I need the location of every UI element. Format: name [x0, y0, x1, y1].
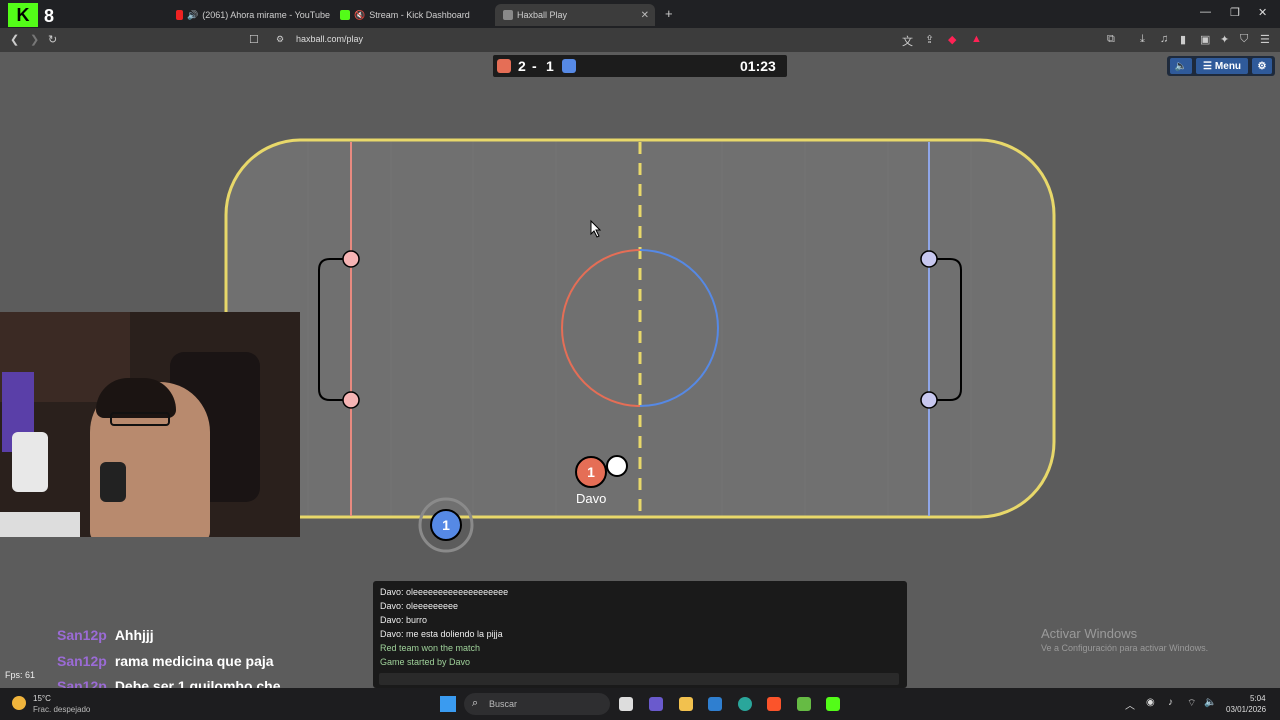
- red-score: 2: [518, 58, 526, 74]
- game-chat-box: Davo: oleeeeeeeeeeeeeeeeeee Davo: oleeee…: [373, 581, 907, 688]
- red-team-square: [497, 59, 511, 73]
- glasses: [110, 412, 170, 426]
- chat-input[interactable]: [379, 673, 899, 685]
- microphone: [100, 462, 126, 502]
- edge-icon[interactable]: [738, 697, 752, 711]
- menu-button[interactable]: ☰ Menu: [1196, 58, 1248, 74]
- search-icon: ⌕: [472, 697, 479, 709]
- activate-title: Activar Windows: [1041, 626, 1138, 641]
- kick-app-icon[interactable]: [826, 697, 840, 711]
- taskbar-search[interactable]: ⌕ Buscar: [464, 693, 610, 715]
- weather-temp: 15°C: [33, 694, 51, 703]
- stream-chat-message: San12p Ahhjjj: [57, 627, 154, 643]
- red-goal-post-bottom: [342, 391, 360, 409]
- clock-time[interactable]: 5:04: [1250, 694, 1266, 703]
- settings-button[interactable]: ⚙: [1252, 58, 1272, 74]
- task-view-icon[interactable]: [619, 697, 633, 711]
- brave-icon[interactable]: [767, 697, 781, 711]
- chat-system-line: Game started by Davo: [380, 657, 471, 667]
- file-explorer-icon[interactable]: [679, 697, 693, 711]
- webcam-feed: [0, 312, 300, 537]
- stream-chat-user: San12p: [57, 653, 107, 669]
- mic-icon[interactable]: ♪: [1168, 697, 1173, 708]
- stream-chat-text: Ahhjjj: [114, 627, 154, 643]
- scoreboard: 2 - 1 01:23: [493, 55, 787, 77]
- keyboard: [0, 512, 80, 537]
- teams-icon[interactable]: [649, 697, 663, 711]
- bottles: [12, 432, 48, 492]
- ball: [606, 455, 628, 477]
- store-icon[interactable]: [708, 697, 722, 711]
- fps-counter: Fps: 61: [5, 670, 36, 680]
- score-separator: -: [532, 58, 537, 74]
- volume-icon[interactable]: 🔈: [1204, 697, 1216, 708]
- stream-chat-message: San12p rama medicina que paja: [57, 653, 274, 669]
- red-player-number: 1: [587, 464, 595, 480]
- match-timer: 01:23: [740, 58, 776, 74]
- activate-windows-watermark: Activar Windows Ve a Configuración para …: [1041, 626, 1208, 653]
- weather-icon[interactable]: [12, 696, 26, 710]
- game-menu-bar: 🔈 ☰ Menu ⚙: [1167, 56, 1275, 76]
- wifi-icon[interactable]: ⌔: [1187, 697, 1196, 710]
- tray-app-icon[interactable]: ◉: [1146, 697, 1155, 708]
- weather-desc: Frac. despejado: [33, 705, 91, 714]
- search-placeholder: Buscar: [489, 699, 518, 709]
- chat-line: Davo: me esta doliendo la pijja: [380, 629, 503, 639]
- blue-goal-post-bottom: [920, 391, 938, 409]
- sound-button[interactable]: 🔈: [1170, 58, 1192, 74]
- red-player-name: Davo: [576, 491, 607, 506]
- chat-line: Davo: burro: [380, 615, 428, 625]
- menu-icon: ☰: [1202, 60, 1212, 72]
- stream-chat-text: rama medicina que paja: [114, 653, 274, 669]
- activate-subtitle: Ve a Configuración para activar Windows.: [1041, 643, 1209, 653]
- red-goal-post-top: [342, 250, 360, 268]
- start-button[interactable]: [440, 696, 456, 712]
- menu-label: Menu: [1214, 60, 1242, 72]
- blue-score: 1: [546, 58, 554, 74]
- tray-chevron-icon[interactable]: ︿: [1125, 697, 1135, 712]
- windows-taskbar: 15°C Frac. despejado ⌕ Buscar ︿ ◉ ♪ ⌔ 🔈 …: [0, 688, 1280, 720]
- app-icon[interactable]: [797, 697, 811, 711]
- clock-date[interactable]: 03/01/2026: [1226, 705, 1266, 714]
- chat-line: Davo: oleeeeeeeeeeeeeeeeeee: [380, 587, 509, 597]
- stream-chat-user: San12p: [57, 627, 107, 643]
- blue-team-square: [562, 59, 576, 73]
- chat-system-line: Red team won the match: [380, 643, 481, 653]
- blue-player-number: 1: [442, 517, 450, 533]
- chat-line: Davo: oleeeeeeeee: [380, 601, 459, 611]
- blue-goal-post-top: [920, 250, 938, 268]
